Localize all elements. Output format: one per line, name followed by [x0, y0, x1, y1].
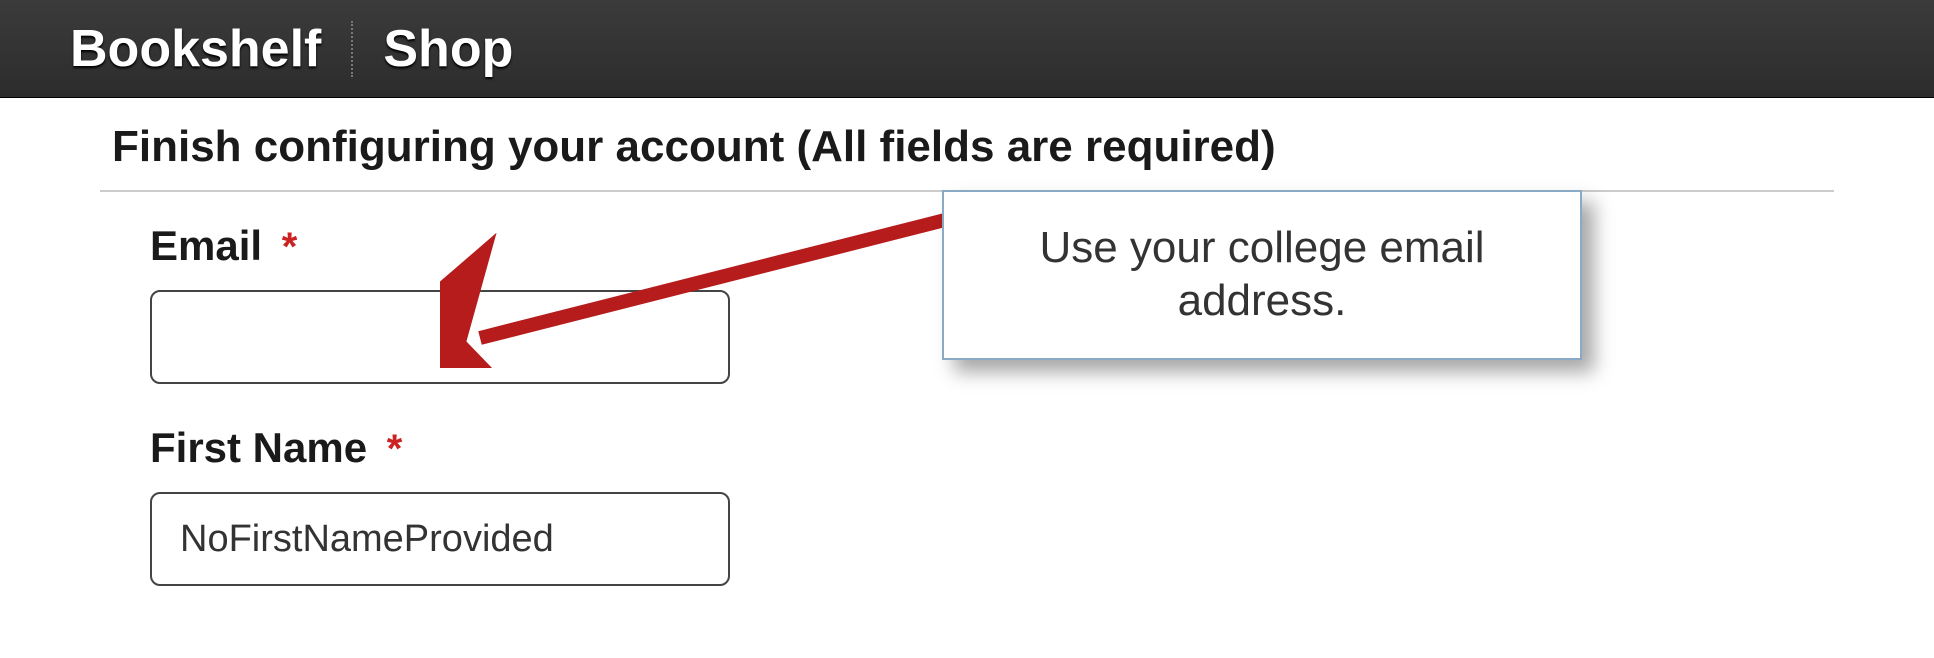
page-heading: Finish configuring your account (All fie… [100, 98, 1834, 190]
nav-link-bookshelf[interactable]: Bookshelf [40, 19, 351, 79]
required-asterisk-icon: * [387, 427, 403, 471]
email-label-text: Email [150, 222, 262, 269]
email-field[interactable] [150, 290, 730, 384]
form-group-first-name: First Name * [100, 424, 1834, 586]
first-name-field[interactable] [150, 492, 730, 586]
required-asterisk-icon: * [282, 225, 298, 269]
first-name-label: First Name * [150, 424, 1834, 472]
first-name-label-text: First Name [150, 424, 367, 471]
nav-link-shop[interactable]: Shop [353, 19, 543, 79]
top-navbar: Bookshelf Shop [0, 0, 1934, 98]
callout-annotation: Use your college email address. [942, 190, 1582, 360]
callout-text: Use your college email address. [966, 222, 1558, 328]
content-area: Finish configuring your account (All fie… [0, 98, 1934, 586]
